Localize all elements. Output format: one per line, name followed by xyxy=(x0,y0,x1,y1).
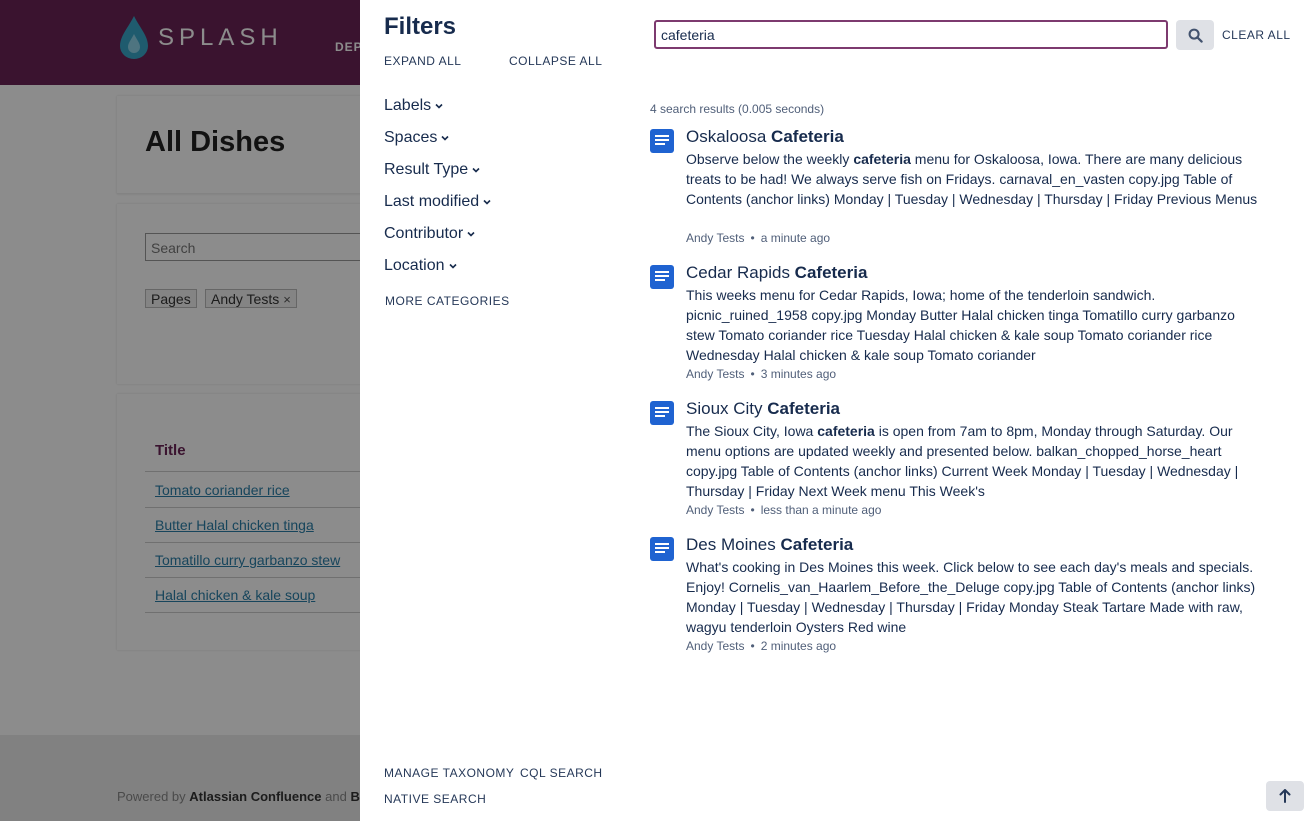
search-input[interactable] xyxy=(654,20,1168,49)
page-icon xyxy=(650,537,674,561)
chevron-down-icon xyxy=(435,103,443,109)
result-title-text: Sioux City xyxy=(686,399,768,418)
result-meta: Andy Tests • 3 minutes ago xyxy=(686,367,836,381)
result-meta: Andy Tests • 2 minutes ago xyxy=(686,639,836,653)
result-excerpt: This weeks menu for Cedar Rapids, Iowa; … xyxy=(686,285,1266,365)
facet-label: Labels xyxy=(384,97,432,114)
result-time: less than a minute ago xyxy=(760,503,882,517)
result-excerpt: What's cooking in Des Moines this week. … xyxy=(686,557,1266,637)
result-meta: Andy Tests • a minute ago xyxy=(686,231,830,245)
facet-spaces[interactable]: Spaces xyxy=(384,129,449,147)
facet-label: Location xyxy=(384,257,445,274)
result-title-highlight: Cafeteria xyxy=(767,399,841,418)
result-time: 3 minutes ago xyxy=(760,367,837,381)
result-excerpt: The Sioux City, Iowa cafeteria is open f… xyxy=(686,421,1266,501)
facet-result-type[interactable]: Result Type xyxy=(384,161,480,179)
meta-separator: • xyxy=(750,639,755,653)
manage-taxonomy-link[interactable]: MANAGE TAXONOMY xyxy=(384,766,514,780)
results-count: 4 search results (0.005 seconds) xyxy=(650,102,825,116)
result-title-highlight: Cafeteria xyxy=(771,127,844,146)
clear-all-button[interactable]: CLEAR ALL xyxy=(1222,28,1291,42)
facet-label: Spaces xyxy=(384,129,438,146)
native-search-link[interactable]: NATIVE SEARCH xyxy=(384,792,486,806)
facet-label: Contributor xyxy=(384,225,464,242)
result-excerpt: Observe below the weekly cafeteria menu … xyxy=(686,149,1266,209)
result-title-link[interactable]: Sioux City Cafeteria xyxy=(686,399,840,419)
result-time: 2 minutes ago xyxy=(760,639,837,653)
result-title-highlight: Cafeteria xyxy=(780,535,854,554)
chevron-down-icon xyxy=(483,199,491,205)
result-author: Andy Tests xyxy=(686,503,745,517)
result-title-text: Cedar Rapids xyxy=(686,263,795,282)
expand-all-button[interactable]: EXPAND ALL xyxy=(384,54,461,68)
search-icon xyxy=(1188,28,1203,43)
excerpt-text: Observe below the weekly xyxy=(686,151,854,167)
facet-labels[interactable]: Labels xyxy=(384,97,443,115)
result-title-text: Des Moines xyxy=(686,535,781,554)
meta-separator: • xyxy=(750,231,755,245)
cql-search-link[interactable]: CQL SEARCH xyxy=(520,766,603,780)
meta-separator: • xyxy=(750,503,755,517)
search-panel: Filters EXPAND ALL COLLAPSE ALL Labels S… xyxy=(360,0,1315,821)
result-author: Andy Tests xyxy=(686,231,745,245)
result-title-link[interactable]: Des Moines Cafeteria xyxy=(686,535,853,555)
result-title-highlight: Cafeteria xyxy=(794,263,868,282)
collapse-all-button[interactable]: COLLAPSE ALL xyxy=(509,54,602,68)
facet-label: Result Type xyxy=(384,161,469,178)
chevron-down-icon xyxy=(448,263,457,269)
meta-separator: • xyxy=(750,367,755,381)
excerpt-highlight: cafeteria xyxy=(853,151,911,167)
chevron-down-icon xyxy=(467,231,475,237)
result-title-text: Oskaloosa xyxy=(686,127,772,146)
result-author: Andy Tests xyxy=(686,367,745,381)
search-button[interactable] xyxy=(1176,20,1214,50)
excerpt-highlight: cafeteria xyxy=(817,423,875,439)
facet-label: Last modified xyxy=(384,193,480,210)
page-icon xyxy=(650,265,674,289)
result-title-link[interactable]: Cedar Rapids Cafeteria xyxy=(686,263,867,283)
facet-last-modified[interactable]: Last modified xyxy=(384,193,491,211)
result-meta: Andy Tests • less than a minute ago xyxy=(686,503,881,517)
excerpt-text: This weeks menu for Cedar Rapids, Iowa; … xyxy=(686,287,1235,363)
page-icon xyxy=(650,401,674,425)
facet-contributor[interactable]: Contributor xyxy=(384,225,475,243)
facet-location[interactable]: Location xyxy=(384,257,457,275)
filters-title: Filters xyxy=(384,13,457,40)
arrow-up-icon xyxy=(1279,789,1291,803)
chevron-down-icon xyxy=(472,167,480,173)
excerpt-text: What's cooking in Des Moines this week. … xyxy=(686,559,1256,635)
result-author: Andy Tests xyxy=(686,639,745,653)
page-icon xyxy=(650,129,674,153)
excerpt-text: The Sioux City, Iowa xyxy=(686,423,818,439)
result-title-link[interactable]: Oskaloosa Cafeteria xyxy=(686,127,844,147)
result-time: a minute ago xyxy=(760,231,831,245)
more-categories-button[interactable]: MORE CATEGORIES xyxy=(385,294,510,308)
scroll-to-top-button[interactable] xyxy=(1266,781,1304,811)
chevron-down-icon xyxy=(441,135,449,141)
